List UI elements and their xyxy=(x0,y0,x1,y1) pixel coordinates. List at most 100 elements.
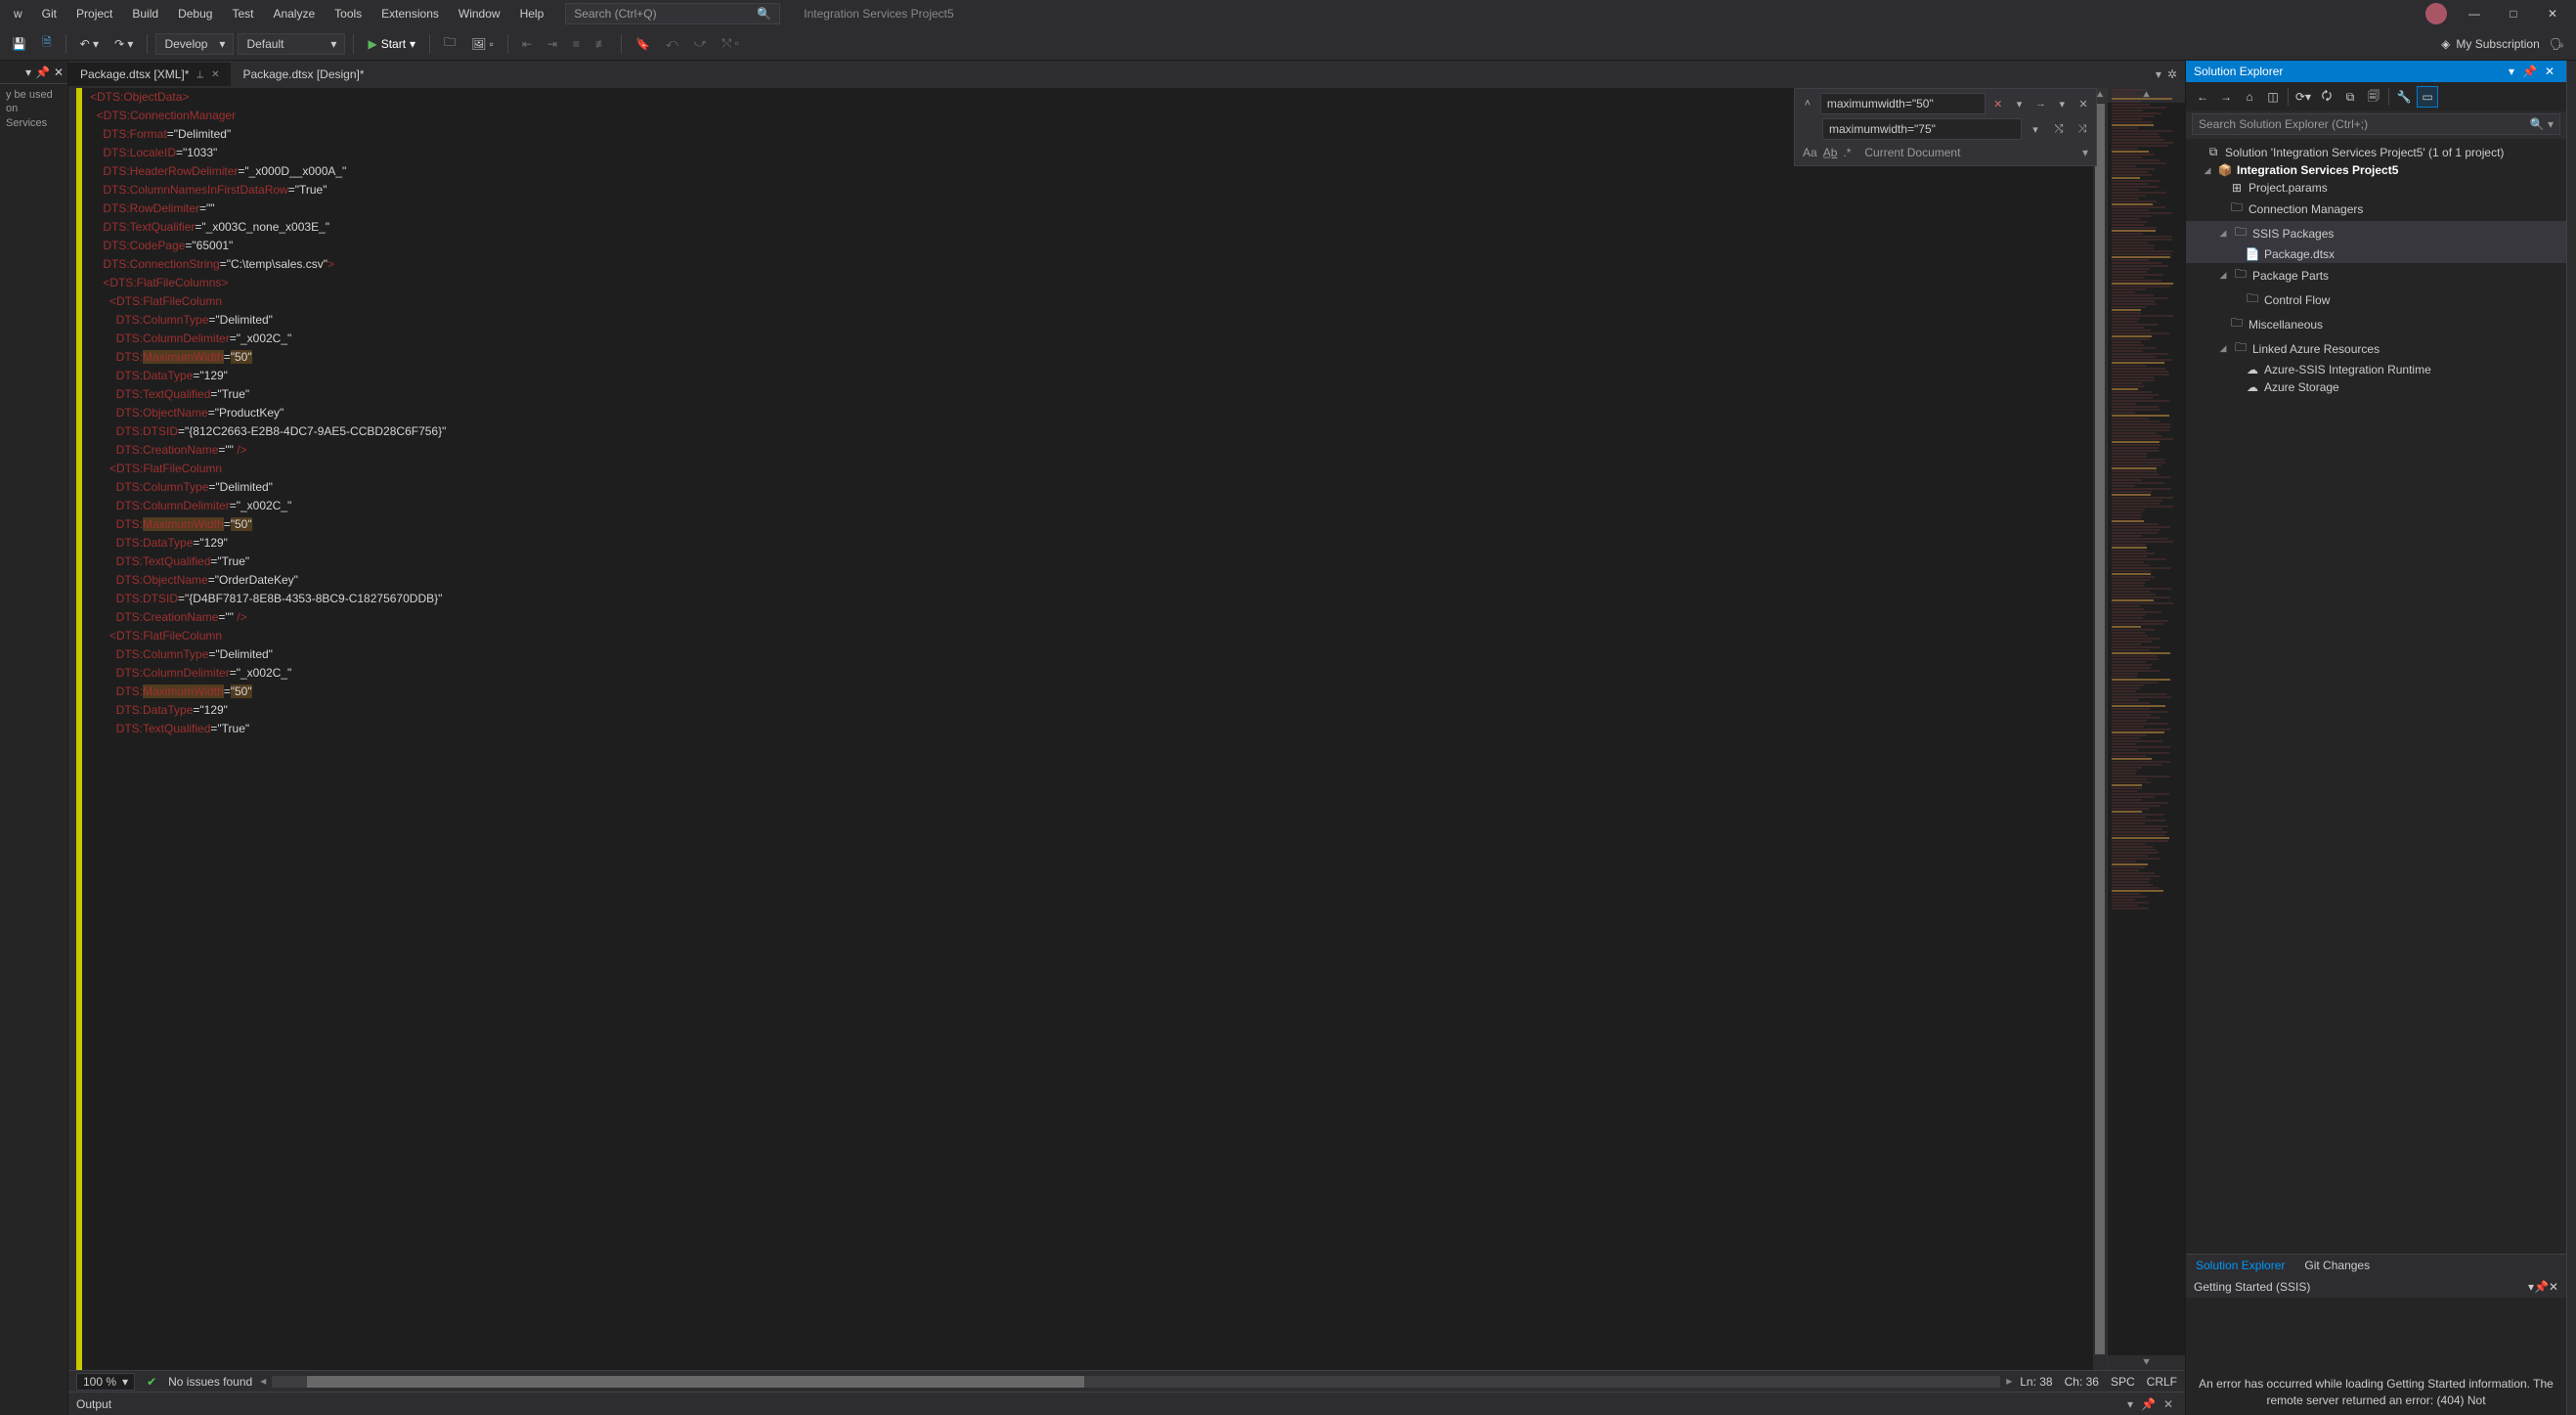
pin-icon[interactable]: 📌 xyxy=(2137,1397,2160,1411)
undo-icon[interactable]: ↶ ▾ xyxy=(74,33,105,55)
find-next-icon[interactable]: → xyxy=(2031,94,2049,113)
preview-icon[interactable]: ▭ xyxy=(2417,86,2438,108)
zoom-combo[interactable]: 100 %▾ xyxy=(76,1373,135,1391)
horizontal-scrollbar[interactable]: ◂ ▸ xyxy=(272,1376,2000,1388)
pin-icon[interactable]: 📌 xyxy=(2518,65,2541,78)
project-node[interactable]: ◢📦Integration Services Project5 xyxy=(2186,161,2566,179)
menu-help[interactable]: Help xyxy=(510,3,554,24)
maximize-button[interactable]: □ xyxy=(2494,7,2533,21)
window-menu-icon[interactable]: ▾ xyxy=(2123,1397,2137,1411)
replace-input[interactable] xyxy=(1822,118,2022,140)
package-parts-node[interactable]: ◢🗀Package Parts xyxy=(2186,263,2566,287)
vertical-scrollbar[interactable]: ⯅ xyxy=(2093,88,2107,1370)
pin-icon[interactable]: 📌 xyxy=(2534,1280,2549,1294)
tab-solution-explorer[interactable]: Solution Explorer xyxy=(2186,1255,2294,1276)
control-flow-node[interactable]: 🗀Control Flow xyxy=(2186,287,2566,312)
forward-icon[interactable]: → xyxy=(2215,86,2237,108)
window-menu-icon[interactable]: ▾ xyxy=(2505,65,2518,78)
collapse-all-icon[interactable]: ⧉ xyxy=(2339,86,2361,108)
find-dropdown-icon[interactable]: ▾ xyxy=(2011,94,2029,113)
close-icon[interactable]: ✕ xyxy=(2160,1397,2177,1411)
pin-icon[interactable]: ⟂ xyxy=(196,69,203,80)
close-icon[interactable]: ✕ xyxy=(2541,65,2558,78)
find-input[interactable] xyxy=(1820,93,1986,114)
refresh-icon[interactable]: 🗘 xyxy=(2316,86,2337,108)
save-icon[interactable]: 💾 xyxy=(6,33,32,55)
start-button[interactable]: ▶Start ▾ xyxy=(362,33,421,55)
ssis-packages-node[interactable]: ◢🗀SSIS Packages xyxy=(2186,221,2566,245)
menu-window[interactable]: Window xyxy=(449,3,510,24)
branch-combo[interactable]: Develop▾ xyxy=(155,33,234,55)
tab-package-xml[interactable]: Package.dtsx [XML]* ⟂ ✕ xyxy=(68,63,231,86)
sync-icon[interactable]: ⟳▾ xyxy=(2292,86,2314,108)
azure-runtime-node[interactable]: ☁Azure-SSIS Integration Runtime xyxy=(2186,361,2566,378)
expander-icon[interactable]: ◢ xyxy=(2217,343,2229,354)
clear-search-icon[interactable]: ✕ xyxy=(1989,94,2007,113)
outdent-icon[interactable]: ⇥ xyxy=(542,33,563,55)
azure-storage-node[interactable]: ☁Azure Storage xyxy=(2186,378,2566,396)
tab-git-changes[interactable]: Git Changes xyxy=(2294,1255,2380,1276)
uncomment-icon[interactable]: ≢ xyxy=(589,33,613,55)
scope-dropdown-icon[interactable]: ▾ xyxy=(2082,146,2088,159)
expander-icon[interactable]: ◢ xyxy=(2217,270,2229,281)
tool-icon-1[interactable]: 🗀 xyxy=(438,29,461,58)
global-search[interactable]: Search (Ctrl+Q) 🔍 xyxy=(565,3,780,24)
code-editor[interactable]: <DTS:ObjectData> <DTS:ConnectionManager … xyxy=(76,88,2093,1370)
menu-view[interactable]: w xyxy=(4,3,32,24)
menu-analyze[interactable]: Analyze xyxy=(263,3,325,24)
window-menu-icon[interactable]: ▾ xyxy=(25,66,31,79)
solution-node[interactable]: ⧉Solution 'Integration Services Project5… xyxy=(2186,143,2566,161)
regex-icon[interactable]: .* xyxy=(1843,146,1851,159)
expand-toggle-icon[interactable]: ˄ xyxy=(1799,94,1816,113)
match-case-icon[interactable]: Aa xyxy=(1803,146,1817,159)
tab-list-icon[interactable]: ▾ xyxy=(2156,67,2161,81)
back-icon[interactable]: ← xyxy=(2192,86,2213,108)
comment-icon[interactable]: ≡ xyxy=(567,33,586,55)
whole-word-icon[interactable]: A̲b xyxy=(1823,146,1838,159)
menu-git[interactable]: Git xyxy=(32,3,66,24)
indent-icon[interactable]: ⇤ xyxy=(516,33,538,55)
tab-settings-icon[interactable]: ✲ xyxy=(2167,67,2177,81)
menu-debug[interactable]: Debug xyxy=(168,3,222,24)
scroll-down-icon[interactable]: ⯆ xyxy=(2108,1355,2185,1370)
show-all-icon[interactable]: 🗐 xyxy=(2363,86,2384,108)
expander-icon[interactable]: ◢ xyxy=(2217,228,2229,239)
linked-azure-node[interactable]: ◢🗀Linked Azure Resources xyxy=(2186,336,2566,361)
tab-package-design[interactable]: Package.dtsx [Design]* xyxy=(231,63,375,86)
close-find-icon[interactable]: ✕ xyxy=(2074,94,2092,113)
save-all-icon[interactable]: 🗎 xyxy=(36,29,58,58)
solution-explorer-search[interactable]: Search Solution Explorer (Ctrl+;) 🔍 ▾ xyxy=(2192,113,2560,135)
config-combo[interactable]: Default▾ xyxy=(238,33,345,55)
code-minimap[interactable]: ⯅ ⯆ xyxy=(2107,88,2185,1370)
next-bookmark-icon[interactable]: ⤻ xyxy=(688,32,713,55)
tool-icon-2[interactable]: 🖼 ▫ xyxy=(465,33,500,55)
expander-icon[interactable]: ◢ xyxy=(2202,165,2213,176)
user-avatar[interactable] xyxy=(2425,3,2447,24)
close-icon[interactable]: ✕ xyxy=(2549,1280,2558,1294)
connection-managers-node[interactable]: 🗀Connection Managers xyxy=(2186,197,2566,221)
find-options-icon[interactable]: ▾ xyxy=(2053,94,2071,113)
replace-all-icon[interactable]: ⤨ xyxy=(2073,119,2092,139)
menu-build[interactable]: Build xyxy=(122,3,168,24)
redo-icon[interactable]: ↷ ▾ xyxy=(109,33,139,55)
bookmark-icon[interactable]: 🔖 xyxy=(630,33,656,55)
replace-next-icon[interactable]: ⤭ xyxy=(2049,119,2069,139)
menu-extensions[interactable]: Extensions xyxy=(371,3,449,24)
feedback-icon[interactable]: 🗣 xyxy=(2544,33,2570,55)
properties-icon[interactable]: 🔧 xyxy=(2393,86,2415,108)
close-icon[interactable]: ✕ xyxy=(54,66,64,79)
prev-bookmark-icon[interactable]: ⤺ xyxy=(660,32,684,55)
menu-test[interactable]: Test xyxy=(222,3,263,24)
menu-project[interactable]: Project xyxy=(66,3,122,24)
miscellaneous-node[interactable]: 🗀Miscellaneous xyxy=(2186,312,2566,336)
menu-tools[interactable]: Tools xyxy=(325,3,371,24)
home-icon[interactable]: ⌂ xyxy=(2239,86,2260,108)
package-dtsx-node[interactable]: 📄Package.dtsx xyxy=(2186,245,2566,263)
close-window-button[interactable]: ✕ xyxy=(2533,7,2572,21)
replace-dropdown-icon[interactable]: ▾ xyxy=(2026,119,2045,139)
pin-icon[interactable]: 📌 xyxy=(35,66,50,79)
clear-bookmark-icon[interactable]: ⤲ ▫ xyxy=(717,32,745,55)
switch-views-icon[interactable]: ◫ xyxy=(2262,86,2284,108)
project-params-node[interactable]: ⊞Project.params xyxy=(2186,179,2566,197)
minimize-button[interactable]: — xyxy=(2455,7,2494,21)
